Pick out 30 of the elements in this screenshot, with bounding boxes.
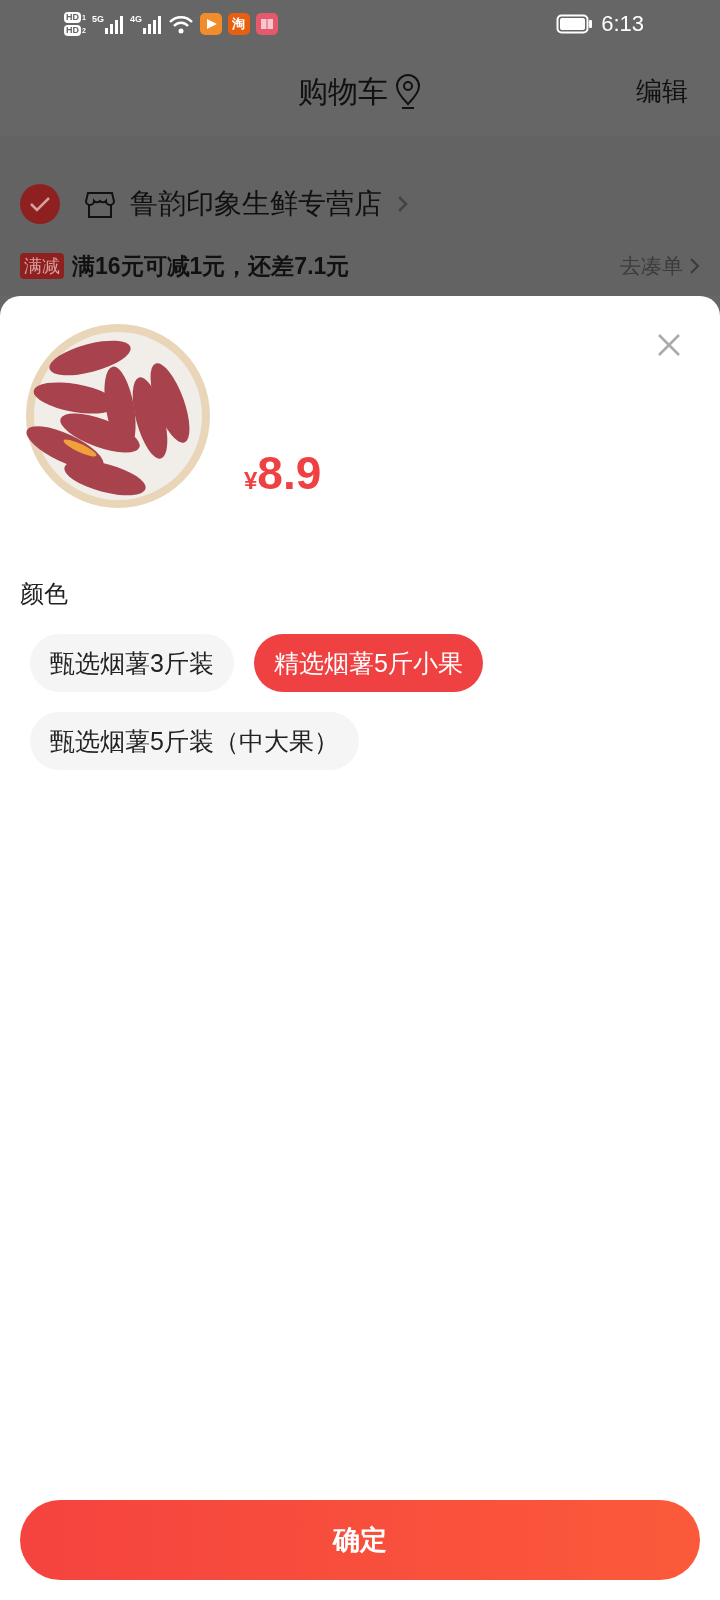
network-label: 5G [91, 14, 104, 24]
checkmark-icon [29, 196, 51, 212]
checkbox[interactable] [20, 184, 60, 224]
store-name[interactable]: 鲁韵印象生鲜专营店 [130, 185, 382, 223]
edit-button[interactable]: 编辑 [636, 74, 688, 109]
page-title: 购物车 [298, 73, 388, 110]
clock-time: 6:13 [601, 11, 644, 37]
option-chip[interactable]: 甄选烟薯3斤装 [30, 634, 234, 692]
play-icon [199, 13, 222, 35]
battery-icon [556, 14, 594, 34]
option-chip[interactable]: 甄选烟薯5斤装（中大果） [30, 712, 359, 770]
location-pin-icon [394, 74, 422, 110]
wifi-icon [167, 13, 194, 35]
network-label: 4G [129, 14, 142, 24]
chevron-right-icon [396, 194, 409, 214]
signal-icon [103, 14, 124, 34]
confirm-button[interactable]: 确定 [20, 1500, 700, 1580]
option-group-label: 颜色 [20, 579, 69, 609]
chevron-right-icon [689, 257, 700, 275]
option-chip[interactable]: 精选烟薯5斤小果 [253, 634, 483, 692]
book-icon [255, 13, 278, 35]
app-icon: 淘 [227, 13, 250, 35]
sim-label: HD [64, 25, 81, 36]
signal-icon [141, 14, 162, 34]
promo-tag: 满减 [20, 253, 64, 279]
store-icon [84, 189, 116, 219]
promo-text: 满16元可减1元，还差7.1元 [72, 251, 351, 281]
sim-label: HD [64, 12, 81, 23]
close-icon[interactable] [656, 332, 682, 358]
price: ¥8.9 [244, 446, 322, 500]
